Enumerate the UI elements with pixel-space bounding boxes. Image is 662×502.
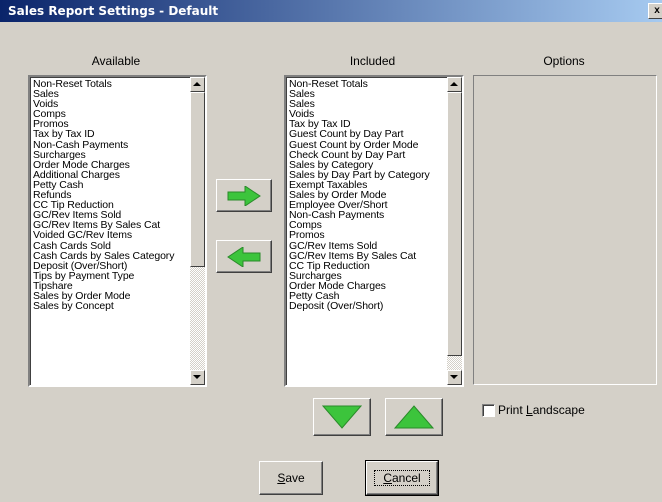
- scroll-up-icon: [450, 82, 458, 86]
- included-header: Included: [349, 54, 396, 68]
- cancel-focus: Cancel: [374, 470, 430, 486]
- scroll-thumb[interactable]: [447, 92, 462, 356]
- scroll-thumb[interactable]: [190, 92, 205, 267]
- available-listbox[interactable]: Non-Reset Totals Sales Voids Comps Promos Tax…: [28, 75, 207, 387]
- window-title: Sales Report Settings - Default: [8, 4, 219, 18]
- print-landscape-label[interactable]: Print Landscape: [498, 403, 585, 417]
- scroll-up-button[interactable]: [190, 77, 205, 92]
- move-down-button[interactable]: [313, 398, 371, 436]
- print-landscape-checkbox[interactable]: [482, 404, 495, 417]
- list-item[interactable]: Deposit (Over/Short): [289, 301, 430, 312]
- cancel-button[interactable]: Cancel: [365, 460, 439, 496]
- list-item[interactable]: Promos: [289, 230, 430, 241]
- scroll-down-icon: [450, 375, 458, 379]
- remove-button[interactable]: [216, 240, 272, 273]
- scroll-down-button[interactable]: [190, 370, 205, 385]
- list-item[interactable]: Sales by Concept: [33, 301, 174, 312]
- list-item[interactable]: Voided GC/Rev Items: [33, 230, 174, 241]
- included-list: Non-Reset Totals Sales Sales Voids Tax by Ta…: [289, 79, 430, 312]
- options-panel: [473, 75, 657, 385]
- scroll-down-button[interactable]: [447, 370, 462, 385]
- arrow-right-icon: [227, 185, 261, 206]
- available-list: Non-Reset Totals Sales Voids Comps Promos Tax…: [33, 79, 174, 312]
- triangle-up-icon: [394, 405, 434, 429]
- add-button[interactable]: [216, 179, 272, 212]
- scroll-up-button[interactable]: [447, 77, 462, 92]
- available-scrollbar[interactable]: [190, 77, 205, 385]
- arrow-left-icon: [227, 246, 261, 267]
- scroll-down-icon: [193, 375, 201, 379]
- options-header: Options: [543, 54, 585, 68]
- scroll-up-icon: [193, 82, 201, 86]
- title-bar[interactable]: Sales Report Settings - Default x: [0, 0, 662, 22]
- available-header: Available: [91, 54, 141, 68]
- move-up-button[interactable]: [385, 398, 443, 436]
- triangle-down-icon: [322, 405, 362, 429]
- close-icon[interactable]: x: [648, 3, 662, 19]
- save-button[interactable]: Save: [259, 461, 323, 495]
- included-listbox[interactable]: Non-Reset Totals Sales Sales Voids Tax by Ta…: [284, 75, 464, 387]
- included-scrollbar[interactable]: [447, 77, 462, 385]
